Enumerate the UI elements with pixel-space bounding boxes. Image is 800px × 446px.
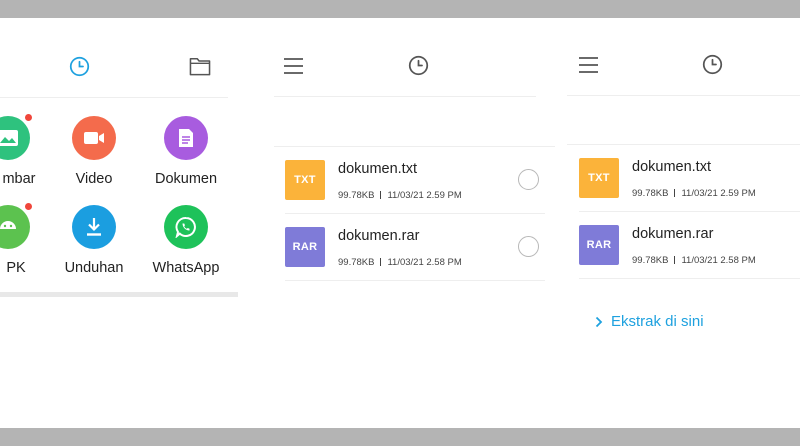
file-name: dokumen.rar xyxy=(338,228,420,244)
image-icon xyxy=(0,113,33,160)
file-row[interactable]: TXT dokumen.txt 99.78KB 11/03/21 2.59 PM xyxy=(579,145,800,211)
file-name: dokumen.txt xyxy=(632,159,711,175)
header-divider xyxy=(274,96,536,97)
category-apk[interactable]: PK xyxy=(0,202,53,276)
categories-panel: mbar Video Dokumen PK Unduhan WhatsApp xyxy=(0,18,262,428)
category-label: Unduhan xyxy=(64,260,124,276)
txt-file-icon: TXT xyxy=(285,160,325,200)
file-row[interactable]: RAR dokumen.rar 99.78KB 11/03/21 2.58 PM xyxy=(285,214,545,280)
file-size: 99.78KB xyxy=(338,190,375,201)
row-divider xyxy=(285,280,545,281)
menu-icon[interactable] xyxy=(578,56,599,74)
file-size: 99.78KB xyxy=(632,255,669,266)
file-list-panel: TXT dokumen.txt 99.78KB 11/03/21 2.59 PM … xyxy=(262,18,555,428)
file-size: 99.78KB xyxy=(632,188,669,199)
file-date: 11/03/21 2.58 PM xyxy=(681,255,756,266)
whatsapp-icon xyxy=(164,205,208,249)
category-documents[interactable]: Dokumen xyxy=(141,116,231,187)
category-label: PK xyxy=(6,260,26,276)
header-divider xyxy=(0,97,228,98)
chevron-right-icon xyxy=(595,316,603,327)
category-video[interactable]: Video xyxy=(49,116,139,187)
frame-band-top xyxy=(0,0,800,18)
extract-label: Ekstrak di sini xyxy=(611,313,704,330)
clock-icon[interactable] xyxy=(408,55,429,76)
file-meta: 99.78KB 11/03/21 2.59 PM xyxy=(632,188,756,199)
archive-panel: TXT dokumen.txt 99.78KB 11/03/21 2.59 PM … xyxy=(555,18,800,428)
menu-icon[interactable] xyxy=(283,57,304,75)
file-name: dokumen.rar xyxy=(632,226,714,242)
rar-file-icon: RAR xyxy=(579,225,619,265)
document-icon xyxy=(164,116,208,160)
file-name: dokumen.txt xyxy=(338,161,417,177)
file-meta: 99.78KB 11/03/21 2.58 PM xyxy=(632,255,756,266)
select-radio[interactable] xyxy=(518,169,539,190)
file-meta: 99.78KB 11/03/21 2.59 PM xyxy=(338,190,462,201)
scroll-indicator xyxy=(0,292,238,297)
header-divider xyxy=(567,95,800,96)
category-downloads[interactable]: Unduhan xyxy=(49,205,139,276)
file-date: 11/03/21 2.59 PM xyxy=(681,188,756,199)
file-date: 11/03/21 2.59 PM xyxy=(387,190,462,201)
extract-here-button[interactable]: Ekstrak di sini xyxy=(595,313,704,330)
rar-file-icon: RAR xyxy=(285,227,325,267)
file-meta: 99.78KB 11/03/21 2.58 PM xyxy=(338,257,462,268)
frame-band-bottom xyxy=(0,428,800,446)
file-size: 99.78KB xyxy=(338,257,375,268)
file-row[interactable]: TXT dokumen.txt 99.78KB 11/03/21 2.59 PM xyxy=(285,147,545,213)
android-icon xyxy=(0,202,33,249)
clock-icon[interactable] xyxy=(702,54,723,75)
category-whatsapp[interactable]: WhatsApp xyxy=(141,205,231,276)
row-divider xyxy=(579,278,800,279)
clock-icon[interactable] xyxy=(69,56,90,77)
download-icon xyxy=(72,205,116,249)
select-radio[interactable] xyxy=(518,236,539,257)
notification-dot xyxy=(24,202,33,211)
notification-dot xyxy=(24,113,33,122)
folder-icon[interactable] xyxy=(189,56,211,76)
txt-file-icon: TXT xyxy=(579,158,619,198)
file-row[interactable]: RAR dokumen.rar 99.78KB 11/03/21 2.58 PM xyxy=(579,212,800,278)
video-icon xyxy=(72,116,116,160)
category-images[interactable]: mbar xyxy=(0,113,53,187)
file-date: 11/03/21 2.58 PM xyxy=(387,257,462,268)
category-label: WhatsApp xyxy=(152,260,220,276)
category-label: mbar xyxy=(2,171,36,187)
category-label: Video xyxy=(75,171,113,187)
category-label: Dokumen xyxy=(154,171,218,187)
